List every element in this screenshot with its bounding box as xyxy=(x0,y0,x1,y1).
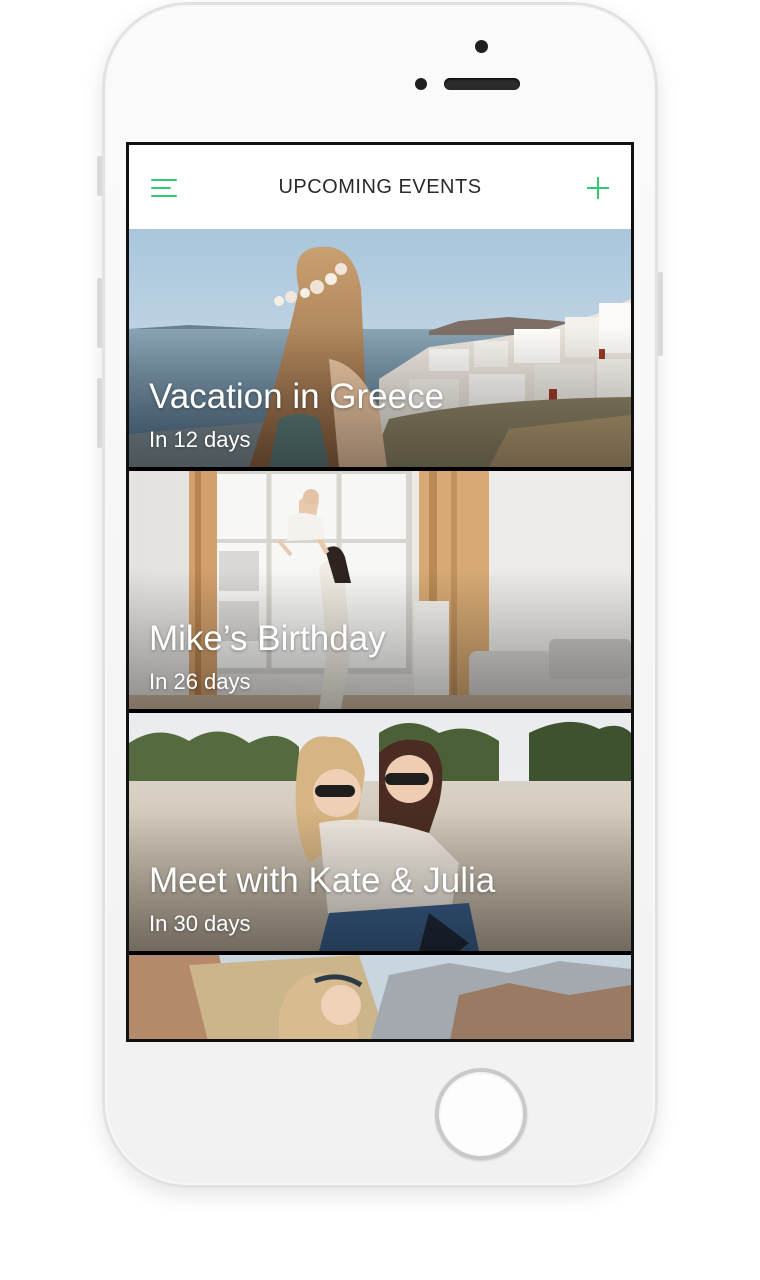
event-countdown: In 30 days xyxy=(149,911,251,936)
page-title: UPCOMING EVENTS xyxy=(278,176,482,198)
top-navigation-bar: UPCOMING EVENTS xyxy=(129,145,631,229)
mute-switch xyxy=(97,156,102,196)
event-title: Vacation in Greece xyxy=(149,377,445,416)
volume-down-button xyxy=(97,378,102,448)
event-title: Meet with Kate & Julia xyxy=(149,861,496,900)
event-title: Mike’s Birthday xyxy=(149,619,386,658)
volume-up-button xyxy=(97,278,102,348)
event-card-meet-kate-julia[interactable]: Meet with Kate & Julia In 30 days xyxy=(129,713,631,951)
event-card-mikes-birthday[interactable]: Mike’s Birthday In 26 days xyxy=(129,471,631,709)
event-card-vacation-greece[interactable]: Vacation in Greece In 12 days xyxy=(129,229,631,467)
home-button[interactable] xyxy=(435,1068,527,1160)
app-screen: UPCOMING EVENTS Vacation in Greece In 12… xyxy=(126,142,634,1042)
event-card-4[interactable] xyxy=(129,955,631,1039)
add-event-plus-icon[interactable] xyxy=(587,177,609,199)
power-button xyxy=(658,272,663,356)
sensor-icon xyxy=(415,78,427,90)
event-countdown: In 26 days xyxy=(149,669,251,694)
mountain-photo xyxy=(129,955,631,1039)
front-camera-icon xyxy=(475,40,488,53)
event-countdown: In 12 days xyxy=(149,427,251,452)
earpiece-speaker xyxy=(444,78,520,90)
